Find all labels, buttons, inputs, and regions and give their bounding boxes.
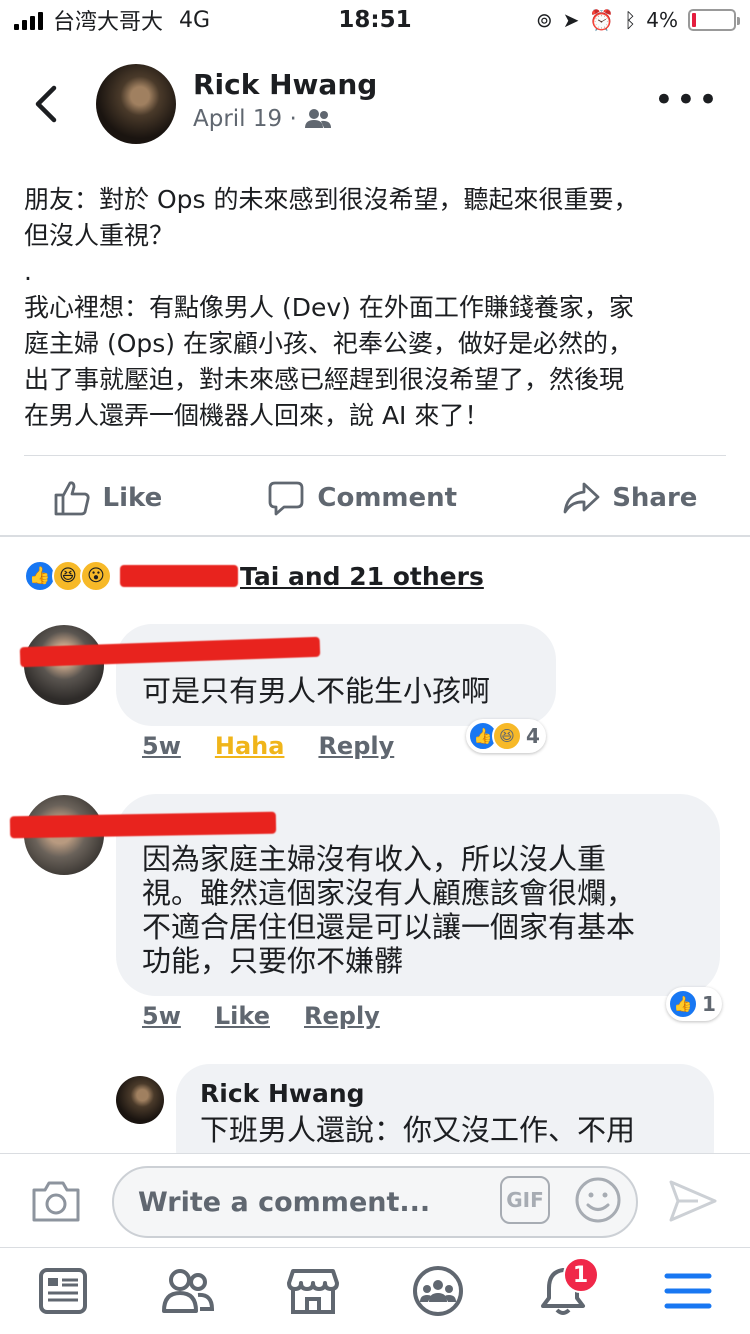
comment-label: Comment bbox=[317, 482, 458, 513]
signal-strength-icon bbox=[14, 10, 43, 30]
rotation-lock-icon: ⊚ bbox=[535, 8, 553, 32]
comment-text: 可是只有男人不能生小孩啊 bbox=[142, 674, 491, 708]
wow-reaction-icon: 😮 bbox=[80, 560, 112, 592]
comment-timestamp[interactable]: 5w bbox=[142, 1002, 181, 1030]
reaction-icons: 👍 😆 😮 bbox=[24, 560, 112, 592]
network-type: 4G bbox=[179, 7, 211, 33]
comment-text-line: 不適合居住但還是可以讓一個家有基本 bbox=[142, 910, 636, 944]
sticker-smile-icon[interactable] bbox=[574, 1176, 622, 1224]
post-header: Rick Hwang April 19 · ••• bbox=[0, 60, 750, 150]
comment-text-line: 因為家庭主婦沒有收入，所以沒人重 bbox=[142, 842, 607, 876]
location-icon: ➤ bbox=[562, 8, 580, 32]
comment-reaction-badge[interactable]: 👍 😆 4 bbox=[466, 719, 546, 753]
post-date: April 19 · bbox=[193, 106, 331, 132]
more-options-button[interactable]: ••• bbox=[654, 83, 720, 117]
nav-notifications[interactable]: 1 bbox=[533, 1257, 599, 1321]
nav-menu[interactable] bbox=[658, 1261, 718, 1321]
reaction-summary[interactable]: 👍 😆 😮 Tai and 21 others bbox=[24, 560, 484, 592]
comment-input-placeholder: Write a comment... bbox=[138, 1186, 431, 1218]
reaction-count: 4 bbox=[526, 724, 540, 748]
comment-icon bbox=[268, 481, 304, 515]
post-date-text: April 19 · bbox=[193, 106, 297, 132]
reply-author-name[interactable]: Rick Hwang bbox=[200, 1078, 690, 1110]
hamburger-menu-icon bbox=[664, 1273, 711, 1309]
divider bbox=[24, 455, 726, 456]
nav-friends[interactable] bbox=[158, 1261, 218, 1321]
comment-meta: 5w Haha Reply bbox=[142, 732, 394, 760]
thumbs-up-icon bbox=[54, 480, 90, 515]
comment-reaction-badge[interactable]: 👍 1 bbox=[666, 987, 722, 1021]
battery-icon bbox=[688, 9, 740, 31]
post-text-line: 朋友：對於 Ops 的未來感到很沒希望，聽起來很重要， bbox=[24, 185, 639, 214]
comment-meta: 5w Like Reply bbox=[142, 1002, 380, 1030]
like-button[interactable]: Like bbox=[53, 479, 163, 517]
comment-timestamp[interactable]: 5w bbox=[142, 732, 181, 760]
reply-button[interactable]: Reply bbox=[304, 1002, 380, 1030]
section-divider bbox=[0, 535, 750, 537]
comment-button[interactable]: Comment bbox=[267, 479, 457, 517]
post-text-line: 但沒人重視？ bbox=[24, 221, 175, 250]
comment-text-line: 功能，只要你不嫌髒 bbox=[142, 944, 404, 978]
news-feed-icon bbox=[38, 1268, 87, 1314]
nav-marketplace[interactable] bbox=[283, 1261, 343, 1321]
bluetooth-icon: ᛒ bbox=[624, 8, 637, 32]
comment-composer: Write a comment... GIF bbox=[0, 1153, 750, 1247]
back-button[interactable] bbox=[30, 82, 66, 126]
haha-reaction-button[interactable]: Haha bbox=[215, 732, 285, 760]
comment-bubble: 因為家庭主婦沒有收入，所以沒人重 視。雖然這個家沒有人顧應該會很爛， 不適合居住… bbox=[9, 794, 720, 996]
comment-like-button[interactable]: Like bbox=[215, 1002, 270, 1030]
redacted-name bbox=[120, 565, 238, 587]
friends-audience-icon bbox=[304, 109, 331, 128]
share-button[interactable]: Share bbox=[562, 479, 697, 517]
comment-input[interactable]: Write a comment... bbox=[112, 1166, 638, 1238]
redacted-commenter-name bbox=[9, 811, 277, 839]
camera-icon[interactable] bbox=[30, 1178, 82, 1224]
post-text-line: 出了事就壓迫，對未來感已經趕到很沒希望了，然後現 bbox=[24, 365, 625, 394]
friends-icon bbox=[161, 1269, 214, 1313]
like-label: Like bbox=[102, 482, 163, 513]
reply-author-avatar[interactable] bbox=[116, 1076, 164, 1124]
share-label: Share bbox=[612, 482, 698, 513]
marketplace-icon bbox=[286, 1269, 339, 1314]
notification-badge: 1 bbox=[562, 1257, 599, 1293]
share-arrow-icon bbox=[563, 482, 600, 513]
reaction-count: 1 bbox=[702, 992, 716, 1016]
reaction-summary-text: Tai and 21 others bbox=[240, 561, 484, 591]
post-text-line: . bbox=[24, 257, 32, 286]
haha-reaction-icon: 😆 bbox=[492, 721, 522, 751]
post-text-line: 在男人還弄一個機器人回來，說 AI 來了！ bbox=[24, 401, 490, 430]
carrier-name: 台湾大哥大 bbox=[53, 10, 164, 35]
like-reaction-icon: 👍 bbox=[668, 989, 698, 1019]
post-text-line: 我心裡想：有點像男人 (Dev) 在外面工作賺錢養家，家 bbox=[24, 293, 634, 322]
post-actions: Like Comment Share bbox=[0, 470, 750, 525]
status-bar: 台湾大哥大 4G 18:51 ⊚ ➤ ⏰ ᛒ 4% bbox=[0, 0, 750, 40]
reply-button[interactable]: Reply bbox=[318, 732, 394, 760]
post-text-line: 庭主婦 (Ops) 在家顧小孩、祀奉公婆，做好是必然的， bbox=[24, 329, 633, 358]
comment-text-line: 視。雖然這個家沒有人顧應該會很爛， bbox=[142, 876, 636, 910]
comment-bubble: 可是只有男人不能生小孩啊 bbox=[19, 624, 556, 726]
reply-text: 下班男人還說：你又沒工作、不用 bbox=[200, 1113, 636, 1147]
post-text: 朋友：對於 Ops 的未來感到很沒希望，聽起來很重要， 但沒人重視？ . 我心裡… bbox=[24, 182, 726, 434]
send-icon[interactable] bbox=[668, 1178, 718, 1224]
nav-news-feed[interactable] bbox=[33, 1261, 93, 1321]
nav-groups[interactable] bbox=[408, 1261, 468, 1321]
author-name[interactable]: Rick Hwang bbox=[193, 68, 377, 101]
alarm-icon: ⏰ bbox=[589, 8, 615, 32]
groups-icon bbox=[412, 1266, 463, 1316]
battery-percent: 4% bbox=[646, 8, 678, 32]
bottom-navigation: 1 bbox=[0, 1247, 750, 1334]
author-avatar[interactable] bbox=[96, 64, 176, 144]
chevron-left-icon bbox=[35, 85, 57, 123]
gif-button[interactable]: GIF bbox=[500, 1176, 550, 1224]
